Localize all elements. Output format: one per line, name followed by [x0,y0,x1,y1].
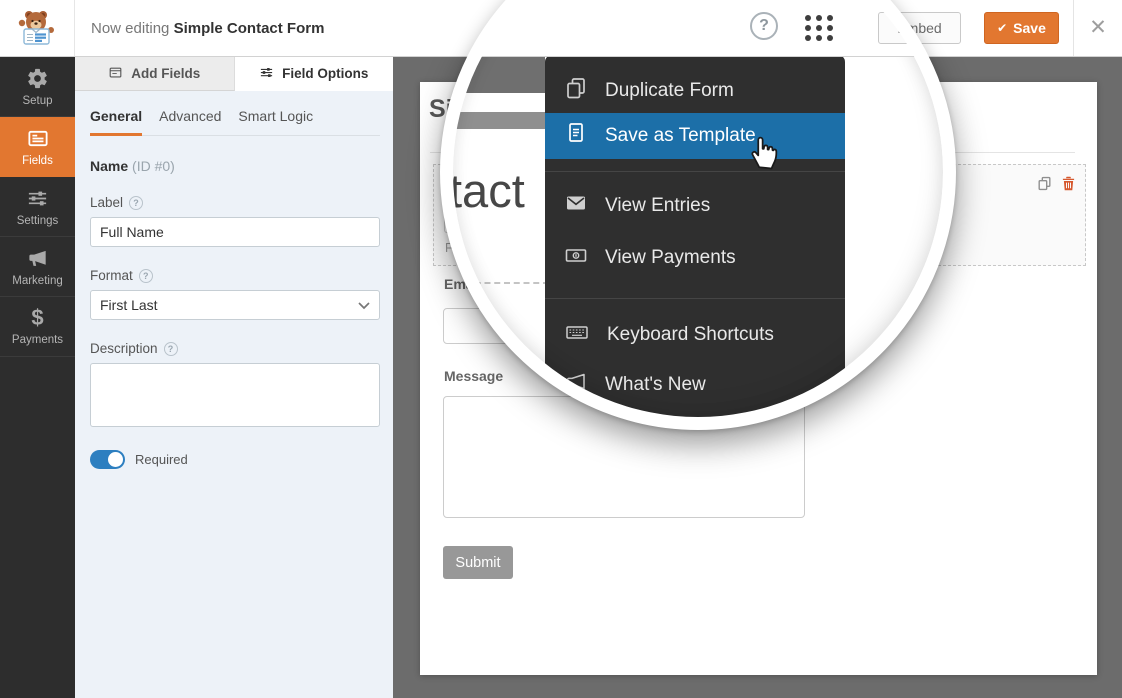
add-fields-icon [108,65,123,83]
magnified-title-fragment: tact [453,163,525,218]
envelope-icon [564,191,588,221]
sidebar-item-fields[interactable]: Fields [0,117,75,177]
menu-item-duplicate-form[interactable]: Duplicate Form [545,69,845,113]
sliders-icon [259,65,274,83]
sliders-icon [26,187,49,210]
menu-separator [545,298,845,299]
label-input[interactable] [90,217,380,247]
embed-button[interactable]: Embed [878,12,961,44]
magnifier-lens-content: tact Duplicate Form Save as Template [453,0,943,417]
label-option-label: Label ? [90,195,380,210]
megaphone-icon [564,370,588,400]
help-icon[interactable]: ? [164,342,178,356]
submit-button-preview[interactable]: Submit [443,546,513,579]
gear-icon [26,67,49,90]
close-icon[interactable]: ✕ [1082,14,1114,42]
description-option-label: Description ? [90,341,380,356]
menu-grid-icon[interactable] [805,15,833,41]
sidebar-item-marketing[interactable]: Marketing [0,237,75,297]
help-icon[interactable]: ? [750,12,778,40]
save-button[interactable]: ✔ Save [984,12,1059,44]
option-subtabs: General Advanced Smart Logic [90,91,380,136]
toolbar-divider [1073,0,1074,56]
now-editing-text: Now editing Simple Contact Form [91,20,324,37]
required-toggle[interactable] [90,450,125,469]
menu-item-whats-new[interactable]: What's New [545,363,845,407]
builder-dropdown-menu: Duplicate Form Save as Template View Ent… [545,55,845,417]
builder-sidebar: Setup Fields Settings Marketing $ Paymen… [0,57,75,698]
tab-add-fields[interactable]: Add Fields [75,57,235,91]
delete-field-icon[interactable] [1062,176,1075,196]
money-bill-icon [564,243,588,273]
message-label: Message [444,368,503,384]
format-option-label: Format ? [90,268,380,283]
top-toolbar: Now editing Simple Contact Form ? Embed … [0,0,1122,57]
tab-field-options[interactable]: Field Options [235,57,394,91]
wpforms-logo [0,0,75,56]
dollar-icon: $ [31,307,43,329]
document-icon [564,121,588,151]
wpforms-builder: Simple Contact Form First Email Message [0,0,1122,698]
duplicate-field-icon[interactable] [1037,176,1052,196]
magnified-graybar-fragment [453,112,545,129]
sidebar-item-payments[interactable]: $ Payments [0,297,75,357]
magnified-canvas-fragment [453,57,545,93]
help-icon[interactable]: ? [139,269,153,283]
menu-item-view-payments[interactable]: View Payments [545,236,845,280]
help-icon[interactable]: ? [129,196,143,210]
format-select[interactable]: First Last [90,290,380,320]
chevron-down-icon [358,297,370,313]
duplicate-icon [564,76,588,106]
menu-item-view-entries[interactable]: View Entries [545,184,845,228]
subtab-advanced[interactable]: Advanced [159,108,221,135]
field-options-panel: Add Fields Field Options General Advance… [75,57,393,698]
field-heading: Name (ID #0) [90,158,380,174]
megaphone-icon [26,247,50,270]
menu-item-save-as-template[interactable]: Save as Template [545,113,845,159]
form-name: Simple Contact Form [174,20,325,37]
menu-separator [545,171,845,172]
check-icon: ✔ [997,21,1007,35]
menu-item-keyboard-shortcuts[interactable]: Keyboard Shortcuts [545,313,845,357]
form-fields-icon [26,127,50,150]
subtab-smart-logic[interactable]: Smart Logic [238,108,313,135]
sidebar-item-settings[interactable]: Settings [0,177,75,237]
required-label: Required [135,452,188,467]
magnified-dashed-border-fragment [465,282,549,284]
subtab-general[interactable]: General [90,108,142,136]
sidebar-item-setup[interactable]: Setup [0,57,75,117]
description-textarea[interactable] [90,363,380,427]
hand-pointer-cursor [748,132,778,175]
keyboard-icon [564,320,590,350]
